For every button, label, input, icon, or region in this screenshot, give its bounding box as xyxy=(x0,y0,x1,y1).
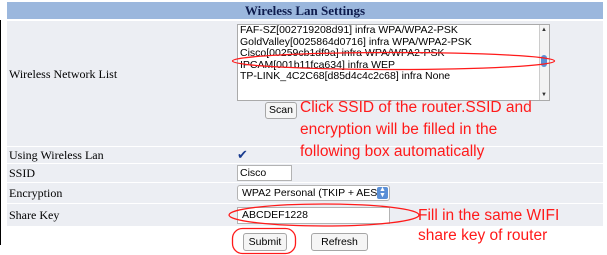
scan-button[interactable]: Scan xyxy=(265,102,297,119)
share-key-label: Share Key xyxy=(9,208,60,222)
annotation-ssid-line2: encryption will be filled in the xyxy=(300,121,498,138)
encryption-select[interactable]: WPA2 Personal (TKIP + AES) ▲ ▼ xyxy=(237,185,390,201)
highlight-ellipse-share-key xyxy=(228,203,420,227)
ssid-label: SSID xyxy=(9,166,36,180)
highlight-ellipse-selected-network xyxy=(231,51,556,71)
wireless-settings-panel: Wireless Lan Settings Wireless Network L… xyxy=(0,0,607,255)
annotation-key-line1: Fill in the same WIFI xyxy=(418,207,560,224)
panel-title: Wireless Lan Settings xyxy=(7,2,603,19)
annotation-key-line2: share key of router xyxy=(418,227,548,244)
row-ssid: SSID xyxy=(7,164,603,182)
network-item[interactable]: TP-LINK_4C2C68[d85d4c4c2c68] infra None xyxy=(238,71,549,83)
scroll-up-icon[interactable]: ▲ xyxy=(541,27,547,33)
encryption-label: Encryption xyxy=(9,186,63,200)
left-border xyxy=(0,20,1,245)
annotation-ssid-line3: following box automatically xyxy=(300,143,485,160)
select-arrow-icon: ▲ ▼ xyxy=(377,186,388,199)
using-wireless-checkbox[interactable]: ✔ xyxy=(237,148,248,161)
network-list-label: Wireless Network List xyxy=(9,67,118,81)
network-item[interactable]: FAF-SZ[002719208d91] infra WPA/WPA2-PSK xyxy=(238,25,549,37)
network-item[interactable]: GoldValley[0025864d0716] infra WPA/WPA2-… xyxy=(238,37,549,49)
encryption-selected-value: WPA2 Personal (TKIP + AES) xyxy=(242,187,381,199)
scroll-down-icon[interactable]: ▼ xyxy=(541,92,547,98)
refresh-button[interactable]: Refresh xyxy=(311,233,368,251)
annotation-ssid-line1: Click SSID of the router.SSID and xyxy=(300,99,532,116)
using-wireless-label: Using Wireless Lan xyxy=(9,148,104,162)
ssid-input[interactable]: Cisco xyxy=(237,165,292,181)
highlight-ellipse-submit xyxy=(231,227,297,255)
